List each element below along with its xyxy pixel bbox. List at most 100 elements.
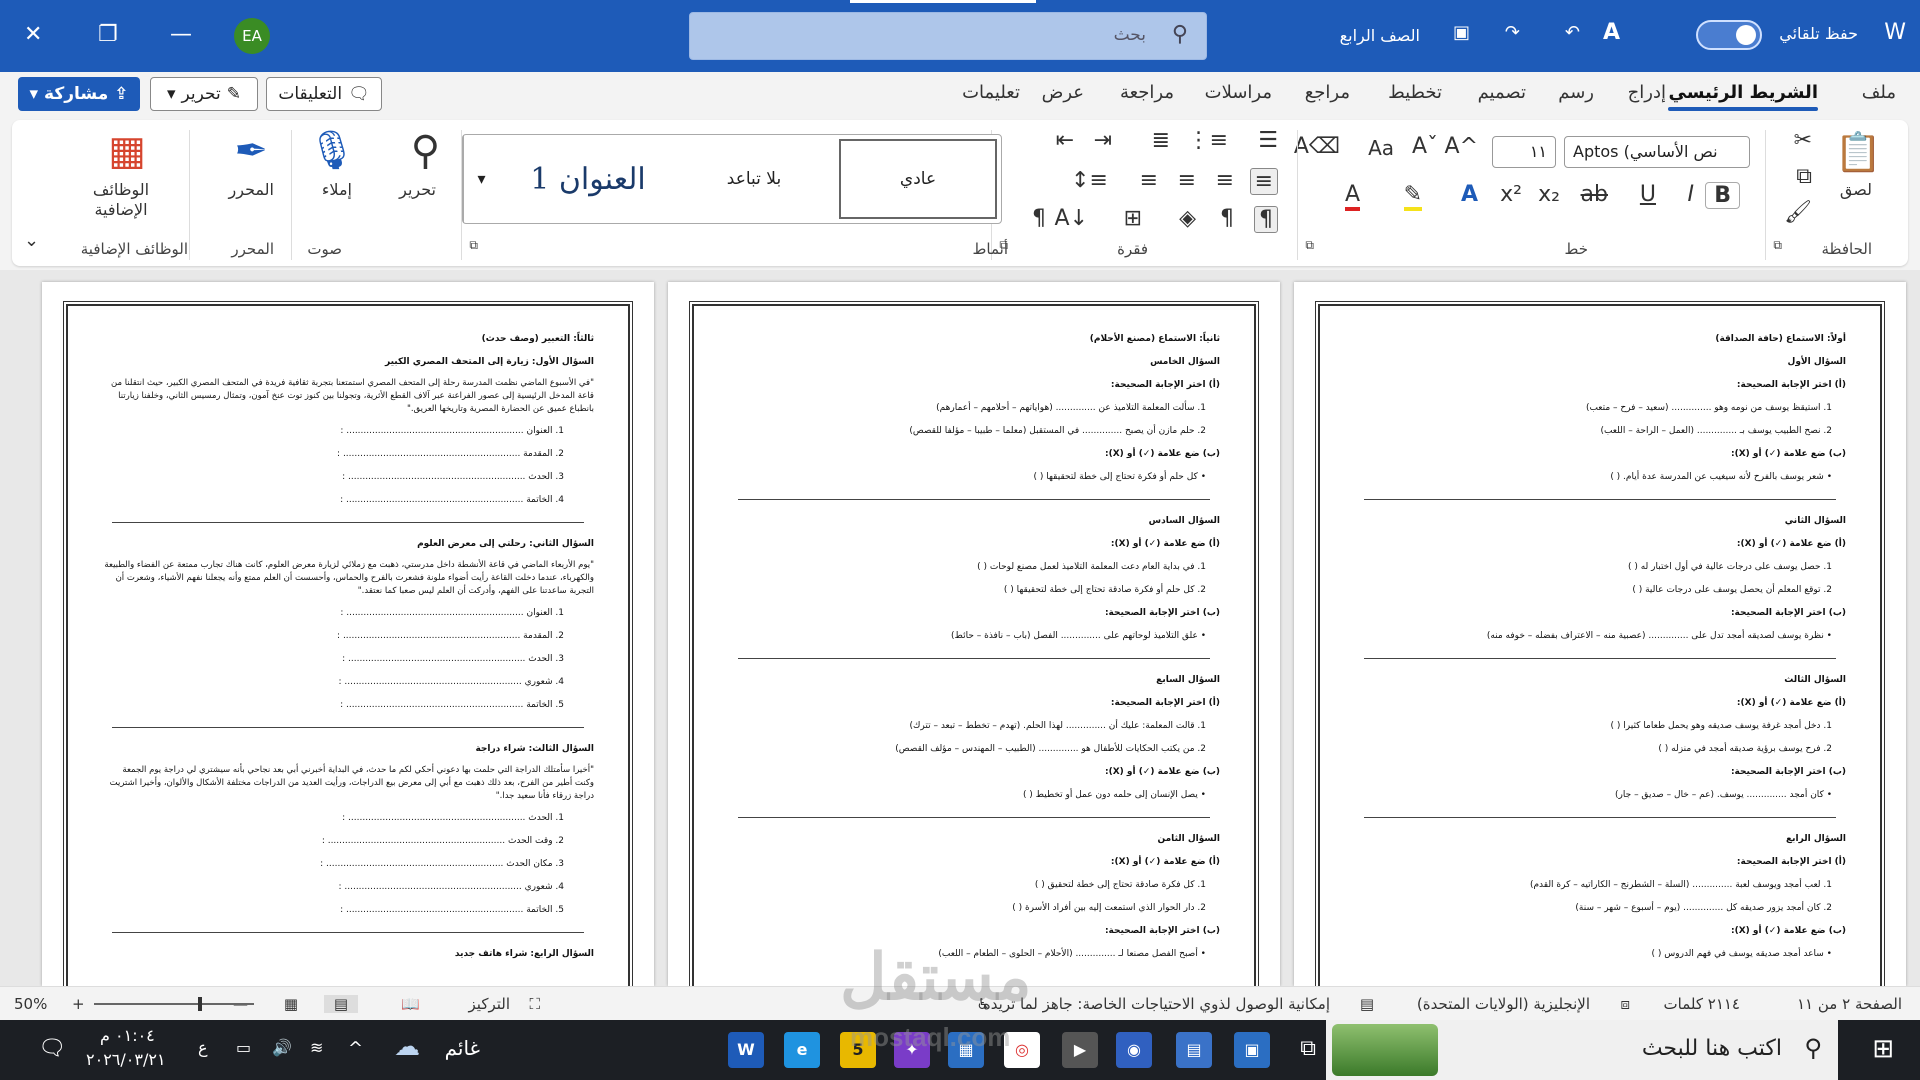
chevron-up-icon[interactable]: ^ <box>348 1038 363 1059</box>
edit-mode-button[interactable]: ▾ تحرير ✎ <box>150 77 258 111</box>
underline-icon[interactable]: U <box>1640 182 1656 207</box>
voice-edit-label[interactable]: تحرير <box>399 180 436 199</box>
web-layout-icon[interactable]: ▦ <box>284 995 298 1013</box>
app-icon-3[interactable]: ◉ <box>1116 1032 1152 1068</box>
align-center-icon[interactable]: ≡ <box>1216 168 1234 193</box>
editor-icon[interactable]: ✒ <box>234 128 268 174</box>
clock-date[interactable]: ٢٠٢٦/٠٣/٢١ <box>86 1050 166 1069</box>
align-left-icon[interactable]: ≡ <box>1178 168 1196 193</box>
page-1-content[interactable]: أولاً: الاستماع (حافة الصداقة) السؤال ال… <box>1354 328 1846 966</box>
battery-icon[interactable]: ▭ <box>236 1038 251 1057</box>
tab-view[interactable]: عرض <box>1042 82 1084 103</box>
italic-icon[interactable]: I <box>1688 182 1695 207</box>
strikethrough-icon[interactable]: ab <box>1581 182 1608 207</box>
media-player-icon[interactable]: ▶ <box>1062 1032 1098 1068</box>
close-icon[interactable]: ✕ <box>24 22 42 47</box>
zoom-in-icon[interactable]: + <box>72 995 85 1013</box>
font-size-select[interactable]: ١١ <box>1492 136 1556 168</box>
dialog-launcher-icon[interactable]: ⧉ <box>1773 238 1782 253</box>
focus-icon[interactable]: ⛶ <box>529 995 540 1013</box>
proofing-icon[interactable]: ⧈ <box>1620 995 1630 1013</box>
predictions-icon[interactable]: ▤ <box>1360 995 1374 1013</box>
find-edit-icon[interactable]: ⚲ <box>411 128 440 174</box>
justify-icon[interactable]: ≡ <box>1140 168 1158 193</box>
page-2-content[interactable]: ثانياً: الاستماع (مصنع الأحلام) السؤال ا… <box>728 328 1220 966</box>
show-marks-icon[interactable]: ¶ <box>1032 206 1046 231</box>
dialog-launcher-icon[interactable]: ⧉ <box>469 238 478 253</box>
accessibility-status[interactable]: إمكانية الوصول لذوي الاحتياجات الخاصة: ج… <box>983 995 1330 1013</box>
tab-draw[interactable]: رسم <box>1558 82 1594 103</box>
read-mode-icon[interactable]: 📖 <box>401 995 420 1013</box>
page-count[interactable]: الصفحة ٢ من ١١ <box>1797 995 1902 1013</box>
microphone-icon[interactable]: 🎙 <box>308 128 356 173</box>
font-a-icon[interactable]: A <box>1603 20 1620 45</box>
tab-references[interactable]: مراجع <box>1305 82 1350 103</box>
windows-start-icon[interactable]: ⊞ <box>1872 1034 1894 1064</box>
numbering-icon[interactable]: ⋮≡ <box>1188 128 1228 153</box>
dictate-label[interactable]: إملاء <box>322 180 352 199</box>
search-input[interactable]: بحث ⚲ <box>689 12 1207 60</box>
minimize-icon[interactable]: — <box>170 22 192 47</box>
tab-help[interactable]: تعليمات <box>962 82 1020 103</box>
undo-icon[interactable]: ↶ <box>1565 22 1580 43</box>
font-color-icon[interactable]: A <box>1344 182 1360 211</box>
font-name-select[interactable]: Aptos (نص الأساسي <box>1564 136 1750 168</box>
collapse-ribbon-icon[interactable]: ⌄ <box>24 230 39 251</box>
page-3[interactable]: ثالثاً: التعبير (وصف حدث) السؤال الأول: … <box>42 282 654 986</box>
addins-label[interactable]: الوظائف الإضافية <box>66 180 176 220</box>
copy-icon[interactable]: ⧉ <box>1796 164 1812 189</box>
zoom-level[interactable]: 50% <box>14 995 47 1013</box>
editor-label[interactable]: المحرر <box>229 180 274 199</box>
edge-icon[interactable]: e <box>784 1032 820 1068</box>
share-button[interactable]: ▾ مشاركة ⇪ <box>18 77 140 111</box>
input-language[interactable]: ع <box>198 1038 208 1057</box>
restore-icon[interactable]: ❐ <box>98 22 118 47</box>
tab-review[interactable]: مراجعة <box>1120 82 1174 103</box>
paste-label[interactable]: لصق <box>1840 180 1872 199</box>
decrease-indent-icon[interactable]: ⇥ <box>1094 128 1112 153</box>
tab-layout[interactable]: تخطيط <box>1388 82 1442 103</box>
tab-file[interactable]: ملف <box>1862 82 1896 103</box>
weather-label[interactable]: غائم <box>445 1036 480 1060</box>
word-count[interactable]: ٢١١٤ كلمات <box>1664 995 1740 1013</box>
ltr-icon[interactable]: ¶ <box>1220 206 1234 231</box>
format-painter-icon[interactable]: 🖌 <box>1784 200 1812 225</box>
style-normal[interactable]: عادي <box>839 139 997 219</box>
dialog-launcher-icon[interactable]: ⧉ <box>1305 238 1314 253</box>
page-3-content[interactable]: ثالثاً: التعبير (وصف حدث) السؤال الأول: … <box>102 328 594 966</box>
bold-icon[interactable]: B <box>1705 182 1740 209</box>
zoom-slider[interactable] <box>94 997 254 1011</box>
highlight-icon[interactable]: ✎ <box>1403 182 1422 211</box>
borders-icon[interactable]: ⊞ <box>1124 206 1142 231</box>
document-name[interactable]: الصف الرابع <box>1340 26 1420 45</box>
cut-icon[interactable]: ✂ <box>1794 128 1812 153</box>
line-spacing-icon[interactable]: ↕≡ <box>1071 168 1108 193</box>
style-no-spacing[interactable]: بلا تباعد <box>675 139 833 219</box>
avatar[interactable]: EA <box>234 18 270 54</box>
shrink-font-icon[interactable]: Aˇ <box>1412 134 1438 159</box>
superscript-icon[interactable]: x² <box>1500 182 1522 207</box>
change-case-icon[interactable]: Aa <box>1368 136 1394 160</box>
comments-button[interactable]: التعليقات 🗨 <box>266 77 382 111</box>
multilevel-list-icon[interactable]: ≣ <box>1152 128 1170 153</box>
sort-icon[interactable]: A↓ <box>1055 206 1088 231</box>
increase-indent-icon[interactable]: ⇤ <box>1056 128 1074 153</box>
notifications-icon[interactable]: 🗨 <box>38 1036 66 1061</box>
styles-more-button[interactable]: ▾ <box>463 135 499 223</box>
addins-icon[interactable]: ▦ <box>108 128 146 174</box>
taskbar-search-input[interactable]: اكتب هنا للبحث ⚲ <box>1326 1020 1838 1080</box>
print-layout-icon[interactable]: ▤ <box>323 995 358 1013</box>
language-status[interactable]: الإنجليزية (الولايات المتحدة) <box>1417 995 1590 1013</box>
page-2[interactable]: ثانياً: الاستماع (مصنع الأحلام) السؤال ا… <box>668 282 1280 986</box>
tab-design[interactable]: تصميم <box>1478 82 1526 103</box>
clock-time[interactable]: ٠١:٠٤ م <box>100 1026 155 1045</box>
save-icon[interactable]: ▣ <box>1453 22 1470 43</box>
tab-mailings[interactable]: مراسلات <box>1205 82 1272 103</box>
volume-icon[interactable]: 🔊 <box>272 1038 292 1057</box>
shading-icon[interactable]: ◈ <box>1179 206 1196 231</box>
text-effects-icon[interactable]: A <box>1461 182 1478 207</box>
redo-icon[interactable]: ↷ <box>1505 22 1520 43</box>
align-right-icon[interactable]: ≡ <box>1249 168 1278 195</box>
zoom-slider-thumb[interactable] <box>198 997 202 1011</box>
bullets-icon[interactable]: ☰ <box>1258 128 1278 153</box>
